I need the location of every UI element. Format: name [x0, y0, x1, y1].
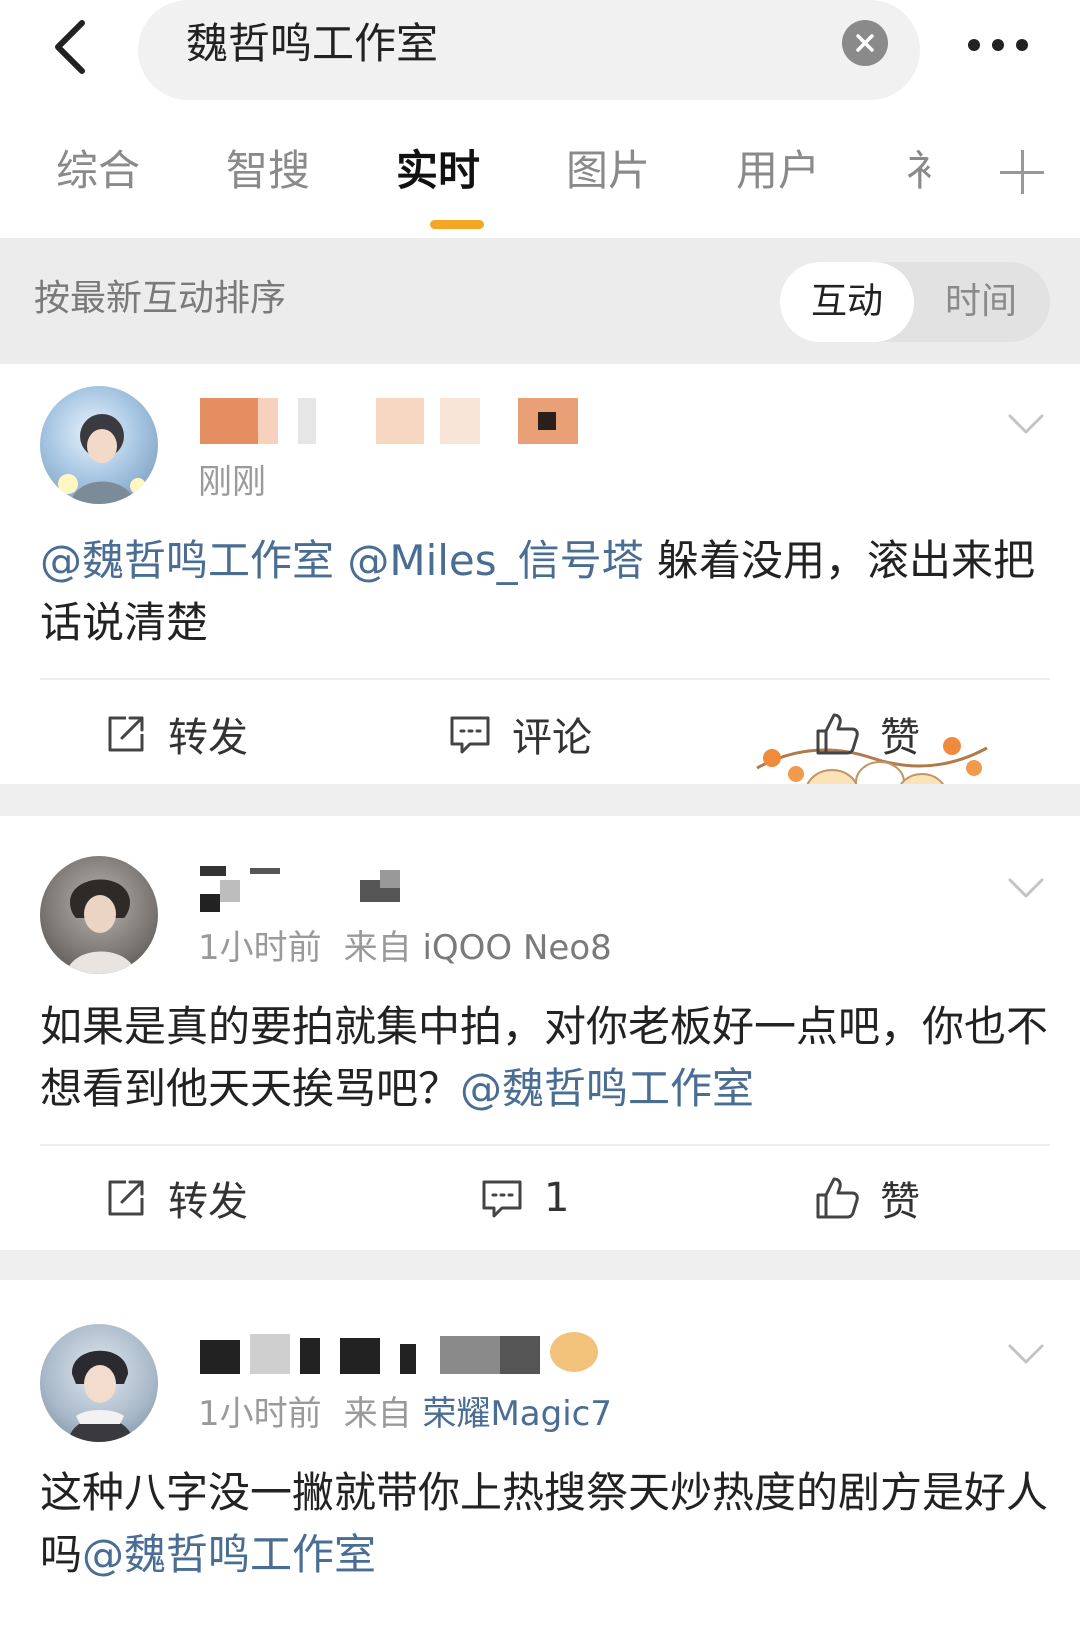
like-icon: [816, 1177, 859, 1219]
tab-smart-search[interactable]: 智搜: [226, 144, 310, 198]
post-meta: 刚刚: [198, 460, 266, 504]
post-meta: 1小时前 来自 iQOO Neo8: [198, 926, 612, 970]
tab-images[interactable]: 图片: [566, 144, 650, 198]
source-prefix: 来自: [343, 1394, 412, 1434]
repost-label: 转发: [168, 715, 248, 761]
post-meta: 1小时前 来自 荣耀Magic7: [198, 1392, 612, 1436]
post-separator: [0, 1250, 1080, 1280]
avatar[interactable]: [40, 386, 158, 504]
avatar[interactable]: [40, 856, 158, 974]
chevron-down-icon[interactable]: [1006, 404, 1046, 444]
tab-all[interactable]: 综合: [56, 144, 140, 198]
repost-label: 转发: [168, 1179, 248, 1225]
post-time: 1小时前: [198, 1394, 322, 1434]
repost-button[interactable]: 转发: [104, 1168, 248, 1228]
avatar[interactable]: [40, 1324, 158, 1442]
tab-users[interactable]: 用户: [736, 144, 820, 198]
sort-option-time[interactable]: 时间: [914, 262, 1048, 342]
like-icon: [816, 713, 859, 755]
search-input[interactable]: 魏哲鸣工作室: [138, 0, 920, 100]
like-button[interactable]: 赞: [814, 1168, 920, 1228]
more-button[interactable]: [958, 20, 1038, 70]
active-tab-indicator: [430, 220, 484, 229]
chevron-down-icon[interactable]: [1006, 868, 1046, 908]
like-button[interactable]: 赞: [814, 704, 920, 764]
repost-icon: [108, 716, 144, 752]
plus-icon[interactable]: [1000, 150, 1044, 194]
comment-icon: [482, 1180, 522, 1218]
like-label: 赞: [880, 715, 920, 761]
post-source[interactable]: 荣耀Magic7: [422, 1394, 612, 1434]
username-blurred[interactable]: [200, 1332, 600, 1378]
more-icon: [968, 39, 980, 51]
comment-count: 1: [544, 1175, 570, 1221]
source-prefix: 来自: [343, 928, 412, 968]
post-card[interactable]: 1小时前 来自 iQOO Neo8 如果是真的要拍就集中拍，对你老板好一点吧，你也…: [0, 816, 1080, 1250]
tab-partial[interactable]: 衤: [906, 144, 948, 198]
sort-bar: 按最新互动排序 互动 时间: [0, 238, 1080, 364]
like-label: 赞: [880, 1179, 920, 1225]
post-source: iQOO Neo8: [422, 928, 612, 968]
back-arrow-icon: [55, 20, 85, 74]
sort-label: 按最新互动排序: [34, 278, 287, 319]
post-text: 这种八字没一撇就带你上热搜祭天炒热度的剧方是好人吗@魏哲鸣工作室: [40, 1462, 1050, 1586]
post-mention[interactable]: @魏哲鸣工作室: [82, 1530, 376, 1579]
clear-search-button[interactable]: [842, 20, 888, 66]
post-time: 1小时前: [198, 928, 322, 968]
post-mention[interactable]: @魏哲鸣工作室 @Miles_信号塔: [40, 536, 644, 585]
search-tabs: 综合 智搜 实时 图片 用户 衤: [0, 128, 1080, 236]
username-blurred[interactable]: [200, 866, 410, 912]
comment-label: 评论: [512, 715, 592, 761]
back-button[interactable]: [40, 12, 100, 82]
sort-toggle: 互动 时间: [780, 262, 1050, 342]
top-bar: 魏哲鸣工作室: [0, 0, 1080, 110]
divider: [40, 678, 1050, 680]
post-text: 如果是真的要拍就集中拍，对你老板好一点吧，你也不想看到他天天挨骂吧？@魏哲鸣工作…: [40, 996, 1050, 1120]
divider: [40, 1144, 1050, 1146]
post-mention[interactable]: @魏哲鸣工作室: [460, 1064, 754, 1113]
post-text: @魏哲鸣工作室 @Miles_信号塔 躲着没用，滚出来把话说清楚: [40, 530, 1050, 654]
post-separator: [0, 784, 1080, 816]
tab-realtime[interactable]: 实时: [396, 144, 480, 198]
post-time: 刚刚: [198, 462, 266, 502]
comment-button[interactable]: 评论: [448, 704, 592, 764]
sort-option-interaction[interactable]: 互动: [780, 262, 914, 342]
post-card[interactable]: 1小时前 来自 荣耀Magic7 这种八字没一撇就带你上热搜祭天炒热度的剧方是好人…: [0, 1280, 1080, 1628]
repost-icon: [108, 1180, 144, 1216]
repost-button[interactable]: 转发: [104, 704, 248, 764]
username-blurred[interactable]: [200, 398, 580, 444]
comment-icon: [450, 716, 490, 754]
post-card[interactable]: 刚刚 @魏哲鸣工作室 @Miles_信号塔 躲着没用，滚出来把话说清楚 转发 评…: [0, 364, 1080, 836]
clear-icon: [856, 34, 874, 52]
chevron-down-icon[interactable]: [1006, 1334, 1046, 1374]
search-query: 魏哲鸣工作室: [186, 19, 439, 68]
comment-button[interactable]: 1: [480, 1168, 569, 1228]
